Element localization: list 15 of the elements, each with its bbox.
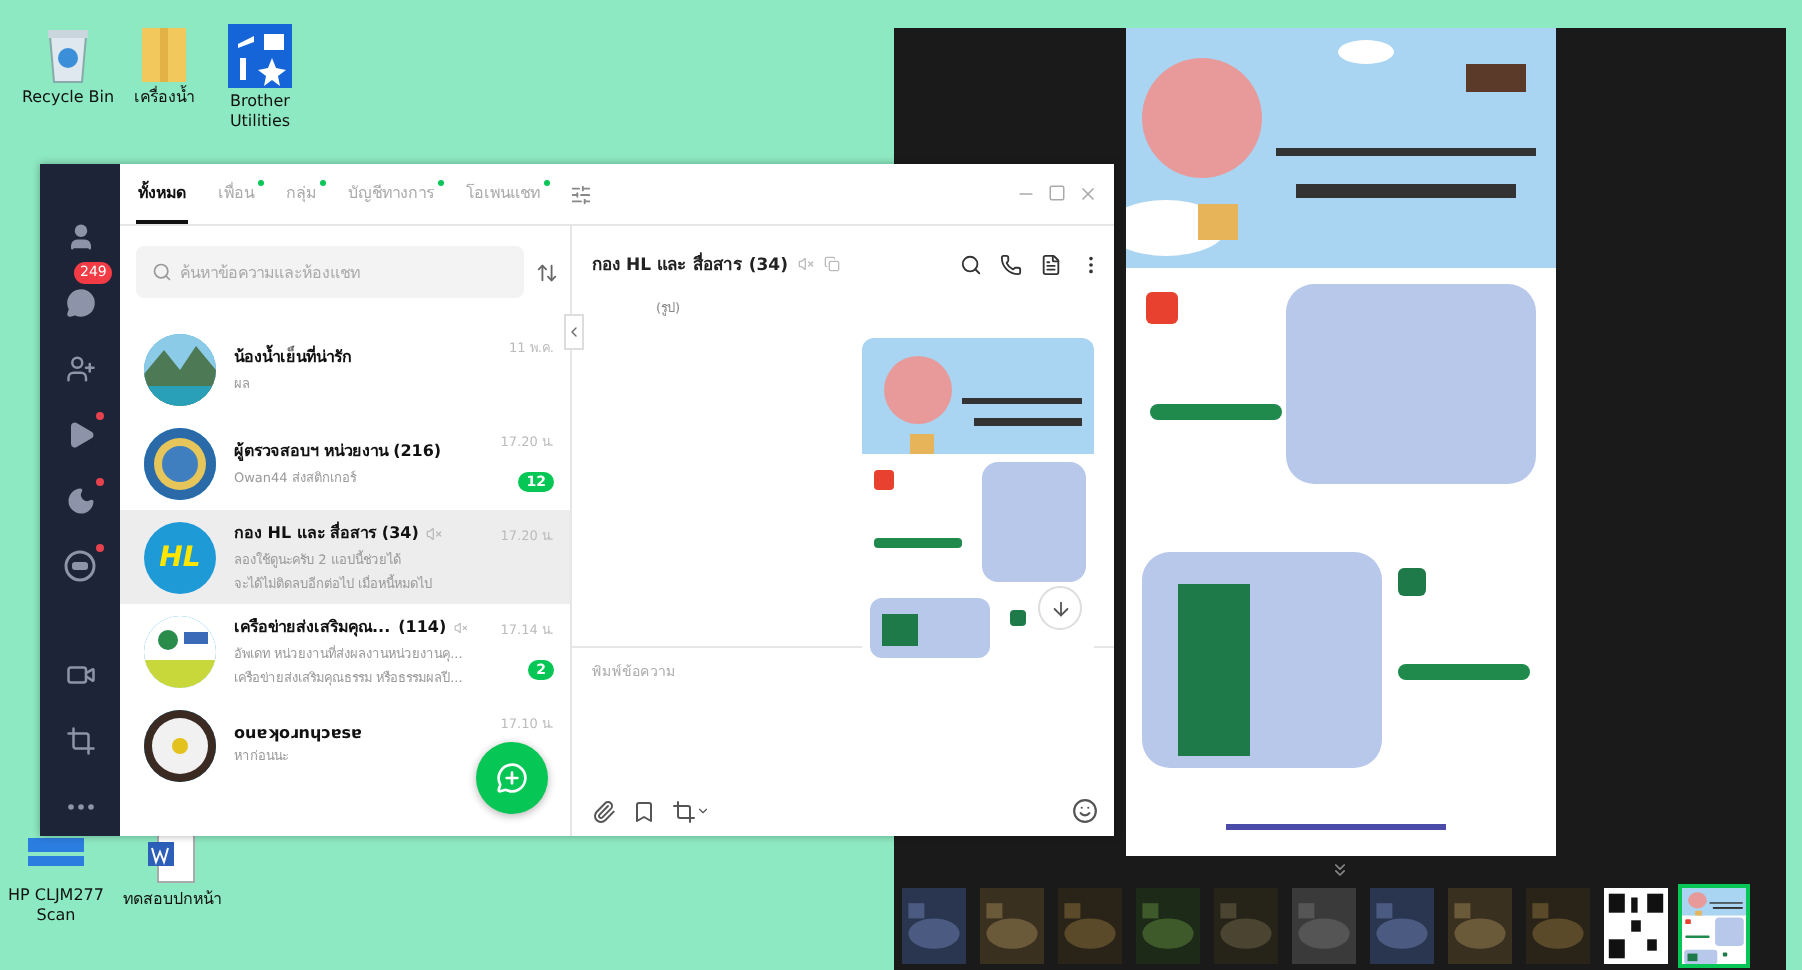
group-avatar: HL bbox=[144, 521, 216, 593]
chat-name: เครือข่ายส่งเสริมคุณ... bbox=[234, 616, 391, 640]
chat-name: ouɐʞoɹnɥɔɐsɐ bbox=[234, 724, 362, 742]
chat-name: ผู้ตรวจสอบฯ หน่วยงาน (216) bbox=[234, 440, 442, 464]
desktop-icon-label[interactable]: เครื่องน้ำ bbox=[134, 88, 194, 108]
member-count: (114) bbox=[398, 618, 447, 636]
desktop-icon-label[interactable]: HP CLJM277 Scan bbox=[0, 886, 112, 926]
desktop-icon-label[interactable]: Brother Utilities bbox=[204, 92, 316, 132]
search-field[interactable]: ค้นหาข้อความและห้องแชท bbox=[136, 246, 524, 298]
chat-title: กอง HL และ สื่อสาร (34) bbox=[592, 250, 788, 278]
desktop-icon-label[interactable]: ทดสอบปกหน้า bbox=[123, 890, 221, 910]
desktop-icon-label[interactable]: Recycle Bin bbox=[21, 88, 115, 108]
filter-tab[interactable]: ทั้งหมด bbox=[136, 164, 188, 224]
chat-name: น้องน้ำเย็นที่น่ารัก bbox=[234, 344, 352, 370]
chat-name: กอง HL และ สื่อสาร (34) bbox=[234, 520, 419, 546]
